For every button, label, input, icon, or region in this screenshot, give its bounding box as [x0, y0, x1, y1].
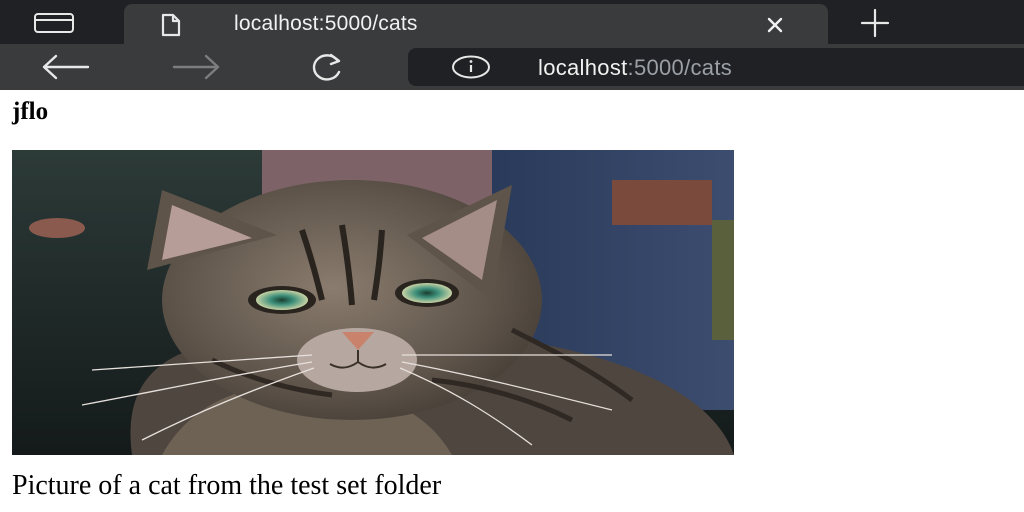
tab-title: localhost:5000/cats: [234, 12, 418, 35]
browser-toolbar: localhost:5000/cats: [0, 44, 1024, 90]
browser-tab[interactable]: localhost:5000/cats: [124, 4, 828, 44]
cat-image: [12, 150, 734, 455]
forward-icon[interactable]: [170, 52, 222, 82]
tab-strip: localhost:5000/cats: [0, 0, 1024, 44]
address-bar[interactable]: localhost:5000/cats: [408, 48, 1024, 86]
back-icon[interactable]: [40, 52, 92, 82]
page-icon: [161, 13, 181, 37]
tab-actions-icon: [34, 13, 74, 33]
refresh-icon[interactable]: [300, 52, 350, 82]
url-path: :5000/cats: [627, 55, 733, 80]
tab-actions-button[interactable]: [14, 6, 94, 40]
new-tab-icon[interactable]: [860, 8, 890, 38]
image-caption: Picture of a cat from the test set folde…: [12, 470, 442, 501]
close-icon[interactable]: [766, 16, 784, 34]
username-heading: jflo: [12, 98, 49, 125]
url-host: localhost: [538, 55, 628, 80]
page-viewport: jflo Picture of a cat from the test set …: [0, 90, 1024, 512]
info-icon[interactable]: [450, 55, 492, 79]
url-text: localhost:5000/cats: [538, 55, 732, 81]
